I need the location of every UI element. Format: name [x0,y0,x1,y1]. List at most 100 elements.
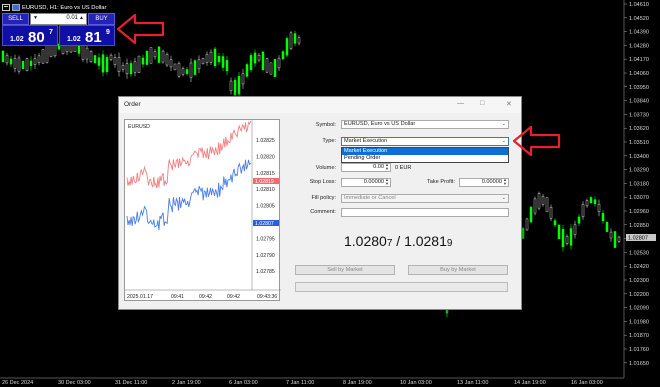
price-axis-tick: 1.04280 [629,43,649,49]
type-label: Type: [322,138,336,144]
tick-chart-price-tick: 1.02825 [256,138,275,144]
spinner-icon[interactable]: ▲ ▼ [385,178,389,186]
price-axis-tick: 1.02530 [629,250,649,256]
dialog-title: Order [124,101,141,108]
price-axis-tick: 1.03400 [629,154,649,160]
ask-price-main: 1.0281 [404,233,447,249]
fill-policy-select[interactable]: Immediate or Cancel ⌄ [341,194,509,203]
price-axis-tick: 1.04520 [629,16,649,22]
buy-by-market-button[interactable]: Buy by Market [408,265,508,275]
one-click-sell-button[interactable]: SELL [2,13,29,25]
type-option-market-execution[interactable]: Market Execution [342,148,508,155]
spinner-icon[interactable]: ▲ ▼ [385,163,389,171]
stop-loss-input[interactable]: 0.00000 ▲ ▼ [341,178,391,187]
tick-chart-time-tick: 09:43:36 [257,294,277,300]
price-axis-tick: 1.04170 [629,57,649,63]
price-axis-tick: 1.03730 [629,112,649,118]
close-icon[interactable]: ✕ [506,100,512,108]
spinner-icon[interactable]: ▲ ▼ [503,178,507,186]
tick-chart-time-tick: 2025.01.17 [127,294,153,300]
lot-decrease-icon[interactable]: ▼ [33,15,38,21]
bid-ask-display: 1.02807 / 1.02819 [344,233,452,249]
fill-policy-label: Fill policy: [311,195,336,201]
type-value: Market Execution [344,138,388,144]
lot-size-value: 0.01 [66,15,78,21]
buy-price-pips: 81 [85,29,102,46]
take-profit-input[interactable]: 0.00000 ▲ ▼ [459,178,509,187]
annotation-arrow-left [116,13,165,45]
price-axis-tick: 1.04060 [629,71,649,77]
price-axis-tick: 1.01980 [629,319,649,325]
time-axis-tick: 26 Dec 2024 [2,380,33,386]
buy-price-button[interactable]: 1.02 81 9 [59,25,115,46]
price-axis-tick: 1.01760 [629,347,649,353]
ask-price-tag: 1.02819 [255,179,274,185]
type-option-pending-order[interactable]: Pending Order [342,155,508,162]
sell-by-market-button[interactable]: Sell by Market [295,265,395,275]
chevron-down-icon: ⌄ [501,121,506,127]
tick-chart-time-tick: 09:42 [227,294,240,300]
time-axis-tick: 8 Jan 19:00 [343,380,372,386]
chart-symbol-title: EURUSD, H1: Euro vs US Dollar [22,4,107,11]
order-dialog: Order — □ ✕ EURUSD 1.02825 1.02820 1.02815… [118,96,522,310]
tick-chart-price-tick: 1.02810 [256,187,275,193]
time-axis: 26 Dec 2024 30 Dec 03:00 31 Dec 11:00 2 Jan… [2,380,603,386]
price-axis-tick: 1.02960 [629,209,649,215]
time-axis-tick: 13 Jan 11:00 [457,380,488,386]
price-separator: / [392,233,405,249]
price-axis-tick: 1.03180 [629,181,649,187]
price-axis-tick: 1.03290 [629,168,649,174]
current-price-label: 1.02807 [628,236,648,242]
stop-loss-value: 0.00000 [363,179,384,185]
time-axis-tick: 31 Dec 11:00 [115,380,147,386]
minimize-icon[interactable]: — [457,100,464,107]
lot-increase-icon[interactable]: ▲ [79,15,84,21]
stop-loss-label: Stop Loss: [309,179,336,185]
time-axis-tick: 6 Jan 03:00 [229,380,258,386]
maximize-icon[interactable]: □ [480,100,484,107]
price-axis-tick: 1.02420 [629,264,649,270]
dialog-title-bar[interactable]: Order — □ ✕ [119,97,521,113]
tick-chart-price-tick: 1.02785 [256,269,275,275]
chart-window-icon [2,4,10,11]
price-axis-tick: 1.03950 [629,85,649,91]
volume-unit: 0 EUR [395,165,412,171]
sell-price-button[interactable]: 1.02 80 7 [2,25,58,46]
time-axis-tick: 7 Jan 11:00 [286,380,314,386]
lot-size-input[interactable]: ▼ 0.01 ▲ [30,13,87,25]
chevron-down-icon: ⌄ [501,138,506,144]
comment-label: Comment: [310,209,336,215]
symbol-label: Symbol: [315,122,336,128]
place-order-button[interactable] [295,282,508,292]
volume-value: 0.00 [373,164,384,170]
sell-price-prefix: 1.02 [10,36,24,43]
price-axis-tick: 1.01870 [629,333,649,339]
tick-chart: EURUSD 1.02825 1.02820 1.02815 1.02810 1.028… [124,119,281,301]
take-profit-label: Take Profit: [427,179,455,185]
price-axis-tick: 1.02200 [629,292,649,298]
price-axis-tick: 1.02300 [629,278,649,284]
symbol-select[interactable]: EURUSD, Euro vs US Dollar ⌄ [341,120,509,129]
price-axis-tick: 1.03510 [629,140,649,146]
ask-price-line [126,120,252,189]
price-axis-tick: 1.01650 [629,361,649,367]
bid-price-main: 1.0280 [344,233,387,249]
tick-chart-price-tick: 1.02820 [256,154,275,160]
time-axis-tick: 2 Jan 19:00 [172,380,201,386]
tick-chart-price-tick: 1.02815 [256,171,275,177]
volume-label: Volume: [315,165,336,171]
volume-input[interactable]: 0.00 ▲ ▼ [341,163,391,172]
tick-chart-symbol: EURUSD [128,124,150,130]
price-axis-tick: 1.02090 [629,306,649,312]
bid-price-tag: 1.02807 [255,221,274,227]
ask-price-last: 9 [446,238,453,249]
price-axis-tick: 1.04390 [629,30,649,36]
one-click-buy-button[interactable]: BUY [88,13,115,25]
symbol-value: EURUSD, Euro vs US Dollar [344,121,416,127]
one-click-trading-panel: SELL ▼ 0.01 ▲ BUY 1.02 80 7 1.02 81 9 [2,13,115,46]
type-select[interactable]: Market Execution ⌄ [341,137,509,146]
tick-chart-price-tick: 1.02790 [256,253,275,259]
comment-input[interactable] [341,208,509,217]
tick-chart-price-tick: 1.02795 [256,236,275,242]
time-axis-tick: 16 Jan 03:00 [571,380,603,386]
